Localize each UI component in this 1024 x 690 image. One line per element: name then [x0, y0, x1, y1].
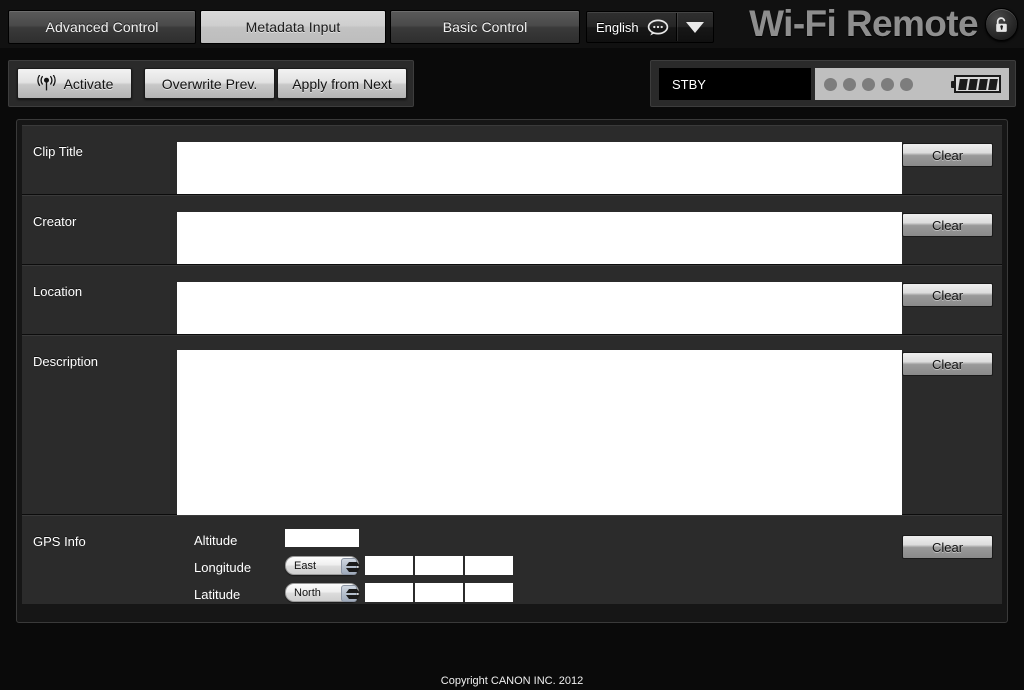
longitude-degrees-input[interactable] — [365, 556, 413, 575]
latitude-minutes-input[interactable] — [415, 583, 463, 602]
stepper-icon[interactable] — [341, 558, 360, 575]
longitude-direction-value: East — [294, 559, 317, 572]
action-toolbar: Activate Overwrite Prev. Apply from Next — [8, 60, 414, 107]
stepper-icon[interactable] — [341, 585, 360, 602]
recording-status-display: STBY — [659, 68, 811, 100]
signal-dot — [862, 77, 875, 91]
signal-dot — [824, 77, 837, 91]
activate-button[interactable]: Activate — [17, 68, 132, 99]
form-row-description: Description Clear — [22, 335, 1002, 515]
clear-location-button[interactable]: Clear — [902, 283, 993, 307]
activate-button-label: Activate — [63, 75, 114, 92]
copyright-footer: Copyright CANON INC. 2012 — [440, 675, 584, 687]
battery-icon — [951, 75, 1001, 93]
page-title: Wi-Fi Remote — [749, 3, 978, 44]
description-input[interactable] — [177, 350, 902, 515]
latitude-label: Latitude — [194, 587, 241, 602]
form-row-location: Location Clear — [22, 265, 1002, 335]
clear-clip-title-button[interactable]: Clear — [902, 143, 993, 167]
broadcast-antenna-icon — [36, 74, 57, 92]
language-selector[interactable]: English — [586, 11, 714, 43]
location-input[interactable] — [177, 282, 902, 334]
signal-dot — [881, 77, 894, 91]
tab-advanced-control[interactable]: Advanced Control — [8, 10, 196, 44]
overwrite-prev-label: Overwrite Prev. — [161, 75, 258, 92]
form-row-clip-title: Clip Title Clear — [22, 125, 1002, 195]
form-row-creator: Creator Clear — [22, 195, 1002, 265]
language-label: English — [596, 19, 639, 35]
latitude-degrees-input[interactable] — [365, 583, 413, 602]
status-panel: STBY — [650, 60, 1016, 107]
unlocked-padlock-icon[interactable] — [985, 8, 1018, 41]
battery-bar — [987, 78, 998, 90]
battery-bar — [957, 78, 968, 90]
form-row-gps-info: GPS Info Altitude Longitude East Latitud… — [22, 515, 1002, 604]
location-label: Location — [33, 284, 83, 299]
header-bar: Advanced Control Metadata Input Basic Co… — [0, 0, 1024, 48]
latitude-seconds-input[interactable] — [465, 583, 513, 602]
longitude-label: Longitude — [194, 560, 252, 575]
status-badge: STBY — [672, 76, 706, 92]
longitude-direction-select[interactable]: East — [285, 556, 360, 575]
description-label: Description — [33, 354, 99, 369]
chevron-down-icon[interactable] — [677, 21, 713, 33]
battery-bar — [977, 78, 988, 90]
clip-title-input[interactable] — [177, 142, 902, 194]
creator-label: Creator — [33, 214, 77, 229]
overwrite-prev-button[interactable]: Overwrite Prev. — [144, 68, 275, 99]
longitude-seconds-input[interactable] — [465, 556, 513, 575]
apply-from-next-button[interactable]: Apply from Next — [277, 68, 407, 99]
clip-title-label: Clip Title — [33, 144, 83, 159]
altitude-label: Altitude — [194, 533, 238, 548]
signal-dot — [900, 77, 913, 91]
gps-info-label: GPS Info — [33, 534, 86, 549]
speech-bubble-icon — [647, 19, 669, 36]
latitude-direction-value: North — [294, 586, 321, 599]
battery-bar — [967, 78, 978, 90]
altitude-input[interactable] — [285, 529, 359, 547]
latitude-direction-select[interactable]: North — [285, 583, 360, 602]
metadata-form-panel: Clip Title Clear Creator Clear Location … — [16, 119, 1008, 623]
clear-gps-button[interactable]: Clear — [902, 535, 993, 559]
signal-strength-dots — [824, 77, 913, 91]
signal-dot — [843, 77, 856, 91]
tab-metadata-input[interactable]: Metadata Input — [200, 10, 386, 44]
indicator-strip — [815, 68, 1009, 100]
clear-creator-button[interactable]: Clear — [902, 213, 993, 237]
clear-description-button[interactable]: Clear — [902, 352, 993, 376]
longitude-minutes-input[interactable] — [415, 556, 463, 575]
creator-input[interactable] — [177, 212, 902, 264]
apply-from-next-label: Apply from Next — [292, 75, 392, 92]
tab-basic-control[interactable]: Basic Control — [390, 10, 580, 44]
